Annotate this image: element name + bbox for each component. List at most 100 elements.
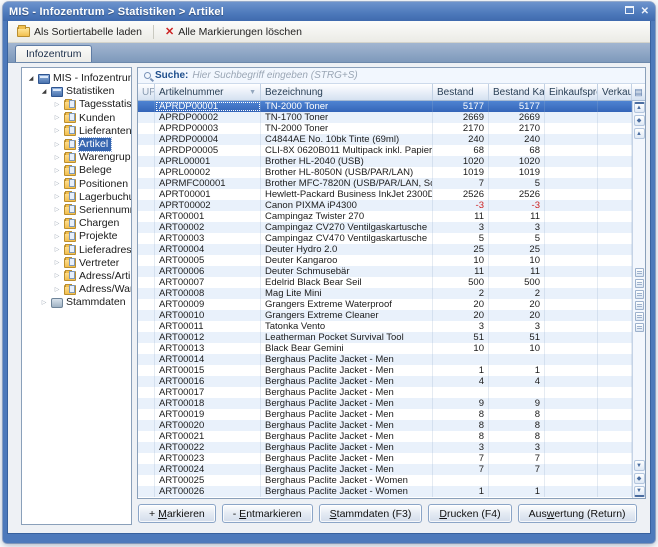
table-row[interactable]: ART00011 Tatonka Vento 3 3 bbox=[138, 321, 632, 332]
search-input[interactable] bbox=[192, 70, 641, 81]
table-row[interactable]: ART00014 Berghaus Paclite Jacket - Men bbox=[138, 354, 632, 365]
tree-expander-icon[interactable]: ▷ bbox=[53, 272, 61, 280]
tree-item[interactable]: ▷ Warengruppen bbox=[22, 151, 131, 164]
table-row[interactable]: ART00009 Grangers Extreme Waterproof 20 … bbox=[138, 299, 632, 310]
table-row[interactable]: ART00025 Berghaus Paclite Jacket - Women bbox=[138, 475, 632, 486]
tree-expander-icon[interactable]: ▷ bbox=[53, 259, 61, 267]
scroll-to-bottom-icon[interactable]: ▼ bbox=[634, 486, 645, 497]
tree-expander-icon[interactable]: ▷ bbox=[53, 127, 61, 135]
column-header-bestand-kalk[interactable]: Bestand Kalk.. bbox=[489, 84, 545, 100]
tree-item[interactable]: ▷ Belege bbox=[22, 164, 131, 177]
search-bar[interactable]: Suche: bbox=[138, 68, 645, 84]
load-sorttable-button[interactable]: Als Sortiertabelle laden bbox=[12, 24, 147, 40]
scrollbar-track[interactable] bbox=[633, 140, 645, 459]
footer-button-auswertung-return[interactable]: Auswertung (Return) bbox=[518, 504, 637, 523]
table-row[interactable]: ART00012 Leatherman Pocket Survival Tool… bbox=[138, 332, 632, 343]
table-row[interactable]: ART00010 Grangers Extreme Cleaner 20 20 bbox=[138, 310, 632, 321]
table-row[interactable]: ART00005 Deuter Kangaroo 10 10 bbox=[138, 255, 632, 266]
table-row[interactable]: ART00002 Campingaz CV270 Ventilgaskartus… bbox=[138, 222, 632, 233]
table-row[interactable]: ART00023 Berghaus Paclite Jacket - Men 7… bbox=[138, 453, 632, 464]
tree-expander-icon[interactable]: ▷ bbox=[53, 206, 61, 214]
table-row[interactable]: APRT00002 Canon PIXMA iP4300 -3 -3 bbox=[138, 200, 632, 211]
footer-button-stammdaten-f3[interactable]: Stammdaten (F3) bbox=[319, 504, 423, 523]
table-row[interactable]: ART00026 Berghaus Paclite Jacket - Women… bbox=[138, 486, 632, 497]
table-row[interactable]: APRDP00001 TN-2000 Toner 5177 5177 bbox=[138, 101, 632, 112]
table-row[interactable]: ART00017 Berghaus Paclite Jacket - Men bbox=[138, 387, 632, 398]
table-row[interactable]: APRDP00004 C4844AE No. 10bk Tinte (69ml)… bbox=[138, 134, 632, 145]
grid-tool-icon-2[interactable] bbox=[635, 279, 644, 288]
column-header-bezeichnung[interactable]: Bezeichnung bbox=[261, 84, 433, 100]
tree-expander-icon[interactable]: ▷ bbox=[53, 246, 61, 254]
tree-item[interactable]: ◢ MIS - Infozentrum bbox=[22, 72, 131, 85]
tree-item[interactable]: ▷ Projekte bbox=[22, 230, 131, 243]
grid-tool-icon-6[interactable] bbox=[635, 323, 644, 332]
table-row[interactable]: ART00021 Berghaus Paclite Jacket - Men 8… bbox=[138, 431, 632, 442]
table-row[interactable]: APRL00002 Brother HL-8050N (USB/PAR/LAN)… bbox=[138, 167, 632, 178]
column-header-einkaufspreis[interactable]: Einkaufspreis bbox=[545, 84, 598, 100]
table-row[interactable]: ART00004 Deuter Hydro 2.0 25 25 bbox=[138, 244, 632, 255]
tree-expander-icon[interactable]: ▷ bbox=[53, 101, 61, 109]
footer-button-entmarkieren[interactable]: - Entmarkieren bbox=[222, 504, 313, 523]
tree-expander-icon[interactable]: ▷ bbox=[53, 180, 61, 188]
column-header-bestand[interactable]: Bestand bbox=[433, 84, 489, 100]
table-row[interactable]: ART00016 Berghaus Paclite Jacket - Men 4… bbox=[138, 376, 632, 387]
tree-item[interactable]: ▷ Tagesstatistik bbox=[22, 98, 131, 111]
tree-item[interactable]: ▷ Stammdaten bbox=[22, 296, 131, 309]
grid-tool-icon-3[interactable] bbox=[635, 290, 644, 299]
table-row[interactable]: APRDP00003 TN-2000 Toner 2170 2170 bbox=[138, 123, 632, 134]
tree-item[interactable]: ▷ Seriennummern bbox=[22, 204, 131, 217]
tree-expander-icon[interactable]: ◢ bbox=[27, 75, 35, 83]
table-row[interactable]: ART00019 Berghaus Paclite Jacket - Men 8… bbox=[138, 409, 632, 420]
clear-marks-button[interactable]: ✕ Alle Markierungen löschen bbox=[160, 24, 307, 40]
scroll-to-top-icon[interactable]: ▲ bbox=[634, 102, 645, 113]
table-row[interactable]: ART00001 Campingaz Twister 270 11 11 bbox=[138, 211, 632, 222]
table-row[interactable]: ART00020 Berghaus Paclite Jacket - Men 8… bbox=[138, 420, 632, 431]
tree-expander-icon[interactable]: ▷ bbox=[53, 233, 61, 241]
table-row[interactable]: ART00024 Berghaus Paclite Jacket - Men 7… bbox=[138, 464, 632, 475]
table-row[interactable]: APRT00001 Hewlett-Packard Business InkJe… bbox=[138, 189, 632, 200]
tree-expander-icon[interactable]: ▷ bbox=[53, 154, 61, 162]
tree-item[interactable]: ▷ Adress/Warengruppen bbox=[22, 283, 131, 296]
scroll-up-icon[interactable]: ▲ bbox=[634, 128, 645, 139]
restore-window-icon[interactable] bbox=[625, 6, 634, 18]
tree-expander-icon[interactable]: ▷ bbox=[53, 220, 61, 228]
tree-expander-icon[interactable]: ▷ bbox=[53, 286, 61, 294]
tree-item[interactable]: ▷ Lagerbuchungen bbox=[22, 191, 131, 204]
table-row[interactable]: ART00003 Campingaz CV470 Ventilgaskartus… bbox=[138, 233, 632, 244]
table-row[interactable]: ART00006 Deuter Schmusebär 11 11 bbox=[138, 266, 632, 277]
tree-expander-icon[interactable]: ◢ bbox=[40, 88, 48, 96]
scroll-page-down-icon[interactable]: ◆ bbox=[634, 473, 645, 484]
table-row[interactable]: ART00008 Mag Lite Mini 2 2 bbox=[138, 288, 632, 299]
tree-item[interactable]: ▷ Artikel bbox=[22, 138, 131, 151]
tree-item[interactable]: ▷ Lieferadressen bbox=[22, 243, 131, 256]
tree-item[interactable]: ◢ Statistiken bbox=[22, 85, 131, 98]
table-row[interactable]: APRDP00005 CLI-8X 0620B011 Multipack ink… bbox=[138, 145, 632, 156]
close-window-icon[interactable]: ✕ bbox=[641, 6, 649, 18]
tree-item[interactable]: ▷ Positionen bbox=[22, 178, 131, 191]
column-chooser-icon[interactable]: ▤ bbox=[631, 84, 645, 100]
tree-expander-icon[interactable]: ▷ bbox=[53, 141, 61, 149]
table-row[interactable]: ART00018 Berghaus Paclite Jacket - Men 9… bbox=[138, 398, 632, 409]
footer-button-drucken-f4[interactable]: Drucken (F4) bbox=[428, 504, 511, 523]
table-row[interactable]: APRL00001 Brother HL-2040 (USB) 1020 102… bbox=[138, 156, 632, 167]
table-row[interactable]: ART00022 Berghaus Paclite Jacket - Men 3… bbox=[138, 442, 632, 453]
tree-item[interactable]: ▷ Kunden bbox=[22, 112, 131, 125]
tree-item[interactable]: ▷ Vertreter bbox=[22, 257, 131, 270]
tree-expander-icon[interactable]: ▷ bbox=[40, 299, 48, 307]
footer-button-markieren[interactable]: + Markieren bbox=[138, 504, 216, 523]
scroll-down-icon[interactable]: ▼ bbox=[634, 460, 645, 471]
tab-infozentrum[interactable]: Infozentrum bbox=[15, 45, 92, 62]
tree-expander-icon[interactable]: ▷ bbox=[53, 167, 61, 175]
table-row[interactable]: ART00013 Black Bear Gemini 10 10 bbox=[138, 343, 632, 354]
vertical-scrollbar[interactable]: ▲ ◆ ▲ ▼ ◆ bbox=[632, 101, 645, 498]
table-row[interactable]: ART00007 Edelrid Black Bear Seil 500 500 bbox=[138, 277, 632, 288]
tree-item[interactable]: ▷ Chargen bbox=[22, 217, 131, 230]
column-header-verkaufspreis[interactable]: Verkaufsprei bbox=[598, 84, 631, 100]
grid-tool-icon-4[interactable] bbox=[635, 301, 644, 310]
tree-item[interactable]: ▷ Lieferanten bbox=[22, 125, 131, 138]
scroll-page-up-icon[interactable]: ◆ bbox=[634, 115, 645, 126]
table-row[interactable]: ART00015 Berghaus Paclite Jacket - Men 1… bbox=[138, 365, 632, 376]
column-header-up[interactable]: UP bbox=[138, 84, 155, 100]
column-header-artikelnummer[interactable]: Artikelnummer ▼ bbox=[155, 84, 261, 100]
grid-tool-icon-5[interactable] bbox=[635, 312, 644, 321]
